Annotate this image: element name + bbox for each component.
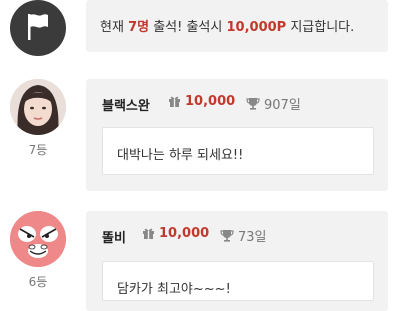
notice-middle: 출석! 출석시 xyxy=(149,20,227,35)
user-points: 10,000 xyxy=(159,226,210,241)
message-box: 대박나는 하루 되세요!! xyxy=(102,127,374,175)
trophy-icon xyxy=(246,98,260,110)
user-name[interactable]: 똘비 xyxy=(102,227,126,246)
profile-photo xyxy=(10,79,66,135)
rank-label: 7등 xyxy=(28,143,48,157)
attendee-count: 7명 xyxy=(128,20,150,35)
user-name[interactable]: 블랙스완 xyxy=(102,95,150,114)
message-text: 담카가 최고야~~~! xyxy=(117,282,231,297)
notice-text: 현재 7명 출석! 출석시 10,000P 지급합니다. xyxy=(100,16,354,35)
reward-points: 10,000P xyxy=(226,20,287,35)
rank-label: 6등 xyxy=(28,275,48,289)
attendance-entry-card: 똘비 10,000 73일 담카가 최고야~~~! xyxy=(86,211,388,311)
attendance-notice: 현재 7명 출석! 출석시 10,000P 지급합니다. xyxy=(86,0,388,52)
attendance-days: 73일 xyxy=(220,226,267,245)
user-points: 10,000 xyxy=(185,94,236,109)
attendance-flag-avatar xyxy=(10,0,66,56)
days-count: 73일 xyxy=(238,230,267,245)
profile-character xyxy=(10,211,66,267)
gift-icon xyxy=(169,96,180,107)
attendance-days: 907일 xyxy=(246,94,301,113)
attendance-entry-card: 블랙스완 10,000 907일 대박나는 하루 되세요!! xyxy=(86,79,388,191)
days-count: 907일 xyxy=(264,98,301,113)
points-info: 10,000 xyxy=(168,94,235,109)
message-box: 담카가 최고야~~~! xyxy=(102,261,374,301)
avatar[interactable] xyxy=(10,79,66,135)
avatar[interactable] xyxy=(10,211,66,267)
trophy-icon xyxy=(220,230,234,242)
points-info: 10,000 xyxy=(142,226,209,241)
notice-suffix: 지급합니다. xyxy=(286,20,355,35)
notice-prefix: 현재 xyxy=(100,20,129,35)
flag-icon xyxy=(28,14,48,40)
gift-icon xyxy=(143,228,154,239)
message-text: 대박나는 하루 되세요!! xyxy=(117,148,244,163)
